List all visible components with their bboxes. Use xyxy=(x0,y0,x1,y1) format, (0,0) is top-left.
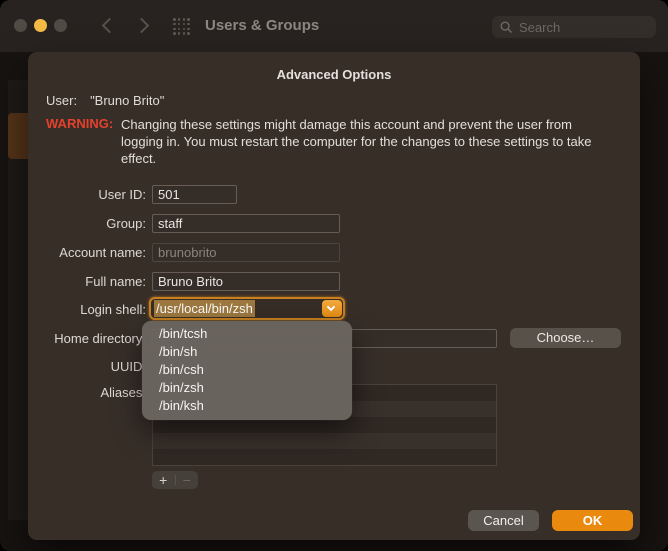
traffic-lights xyxy=(14,19,67,32)
back-icon[interactable] xyxy=(102,18,118,34)
zoom-button[interactable] xyxy=(54,19,67,32)
shell-option[interactable]: /bin/ksh xyxy=(142,397,352,415)
home-directory-label: Home directory: xyxy=(28,329,146,348)
add-alias-button[interactable]: + xyxy=(152,472,175,489)
shell-option[interactable]: /bin/sh xyxy=(142,343,352,361)
shell-option[interactable]: /bin/tcsh xyxy=(142,325,352,343)
background-selected-user-row xyxy=(8,113,28,159)
login-shell-label: Login shell: xyxy=(28,300,146,319)
account-name-input xyxy=(152,243,340,262)
search-field[interactable] xyxy=(492,16,656,38)
alias-row[interactable] xyxy=(153,433,496,449)
account-name-label: Account name: xyxy=(28,243,146,262)
alias-row[interactable] xyxy=(153,449,496,465)
search-icon xyxy=(500,21,513,34)
user-id-input[interactable] xyxy=(152,185,237,204)
user-value: "Bruno Brito" xyxy=(90,93,164,108)
login-shell-combobox[interactable]: /usr/local/bin/zsh xyxy=(149,297,345,320)
users-groups-window: Users & Groups Advanced Options User: "Br… xyxy=(0,0,668,551)
shell-option[interactable]: /bin/csh xyxy=(142,361,352,379)
user-id-label: User ID: xyxy=(28,185,146,204)
window-title: Users & Groups xyxy=(205,17,319,34)
full-name-input[interactable] xyxy=(152,272,340,291)
warning-label: WARNING: xyxy=(46,116,113,131)
forward-icon[interactable] xyxy=(134,18,150,34)
ok-button[interactable]: OK xyxy=(552,510,633,531)
aliases-label: Aliases: xyxy=(28,383,146,402)
combo-disclosure-button[interactable] xyxy=(322,300,342,317)
user-label: User: xyxy=(46,93,77,108)
shell-option-list: /bin/tcsh/bin/sh/bin/csh/bin/zsh/bin/ksh xyxy=(142,325,352,415)
title-bar: Users & Groups xyxy=(0,0,668,52)
group-label: Group: xyxy=(28,214,146,233)
uuid-label: UUID: xyxy=(28,357,146,376)
alias-add-remove-group: + − xyxy=(152,471,198,489)
shell-option[interactable]: /bin/zsh xyxy=(142,379,352,397)
remove-alias-button[interactable]: − xyxy=(176,472,199,489)
login-shell-value[interactable]: /usr/local/bin/zsh xyxy=(154,300,255,317)
close-button[interactable] xyxy=(14,19,27,32)
cancel-button[interactable]: Cancel xyxy=(468,510,539,531)
choose-button[interactable]: Choose… xyxy=(510,328,621,348)
sheet-title: Advanced Options xyxy=(28,67,640,82)
show-all-grid-icon[interactable] xyxy=(172,17,191,36)
group-input[interactable] xyxy=(152,214,340,233)
advanced-options-sheet: Advanced Options User: "Bruno Brito" WARN… xyxy=(28,52,640,540)
search-input[interactable] xyxy=(519,20,629,35)
minimize-button[interactable] xyxy=(34,19,47,32)
login-shell-dropdown: /bin/bash /bin/tcsh/bin/sh/bin/csh/bin/z… xyxy=(142,321,352,420)
full-name-label: Full name: xyxy=(28,272,146,291)
chevron-down-icon xyxy=(327,303,335,311)
user-line: User: "Bruno Brito" xyxy=(46,93,164,108)
warning-text: Changing these settings might damage thi… xyxy=(121,116,599,167)
